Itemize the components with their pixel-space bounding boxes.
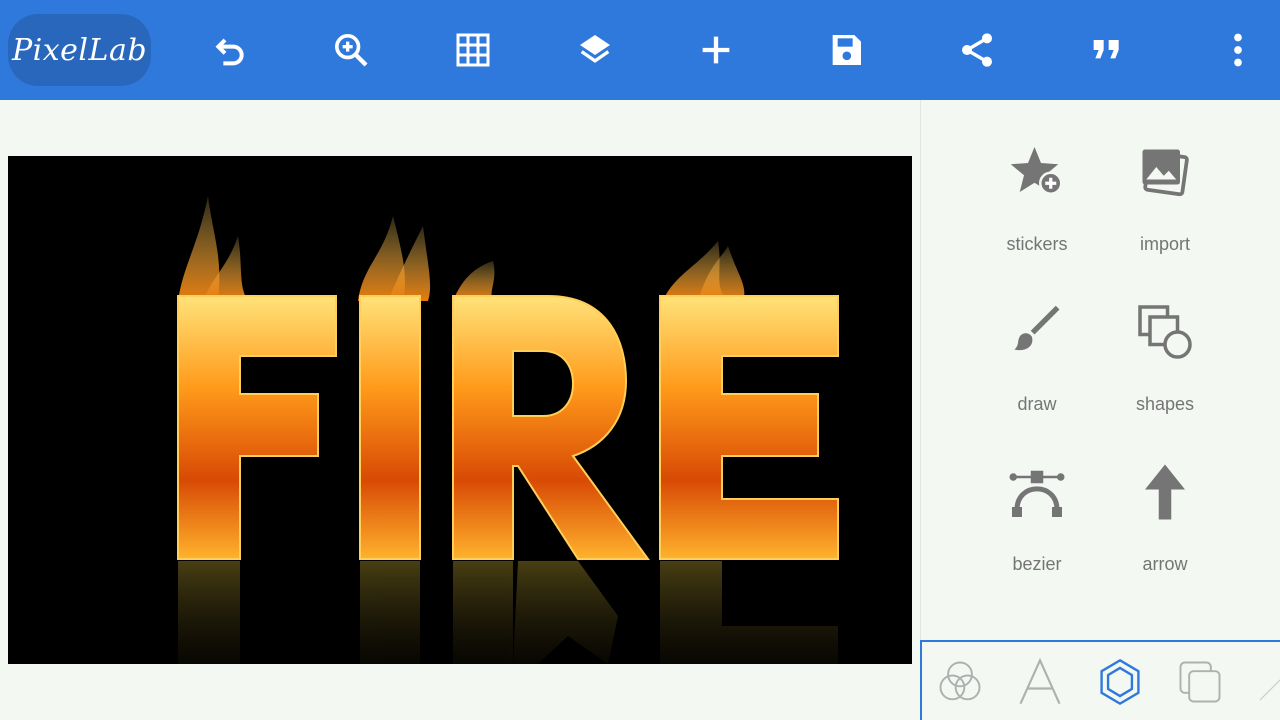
shapes-tab[interactable] [1090,652,1150,712]
grid-icon [456,33,490,67]
canvas-area[interactable] [0,100,920,720]
stickers-label: stickers [1006,234,1068,254]
zoom-button[interactable] [326,25,376,75]
effects-tab[interactable] [930,652,990,712]
more-vert-icon [1234,33,1242,67]
arrow-up-icon [1135,462,1195,522]
bezier-icon [1007,462,1067,522]
shapes-label: shapes [1135,394,1195,414]
design-canvas[interactable] [8,156,912,664]
bezier-label: bezier [1012,554,1062,574]
top-toolbar: PixelLab [0,0,1280,100]
fire-text-artwork[interactable] [8,156,912,664]
image-import-icon [1135,142,1195,202]
save-icon [832,35,861,65]
layers-tab[interactable] [1170,652,1230,712]
text-tab[interactable] [1010,652,1070,712]
undo-button[interactable] [205,25,255,75]
quote-button[interactable] [1082,25,1132,75]
add-button[interactable] [691,25,741,75]
hexagon-icon [1100,658,1140,706]
bottom-tab-bar [920,640,1280,720]
scroll-edge-indicator [1258,672,1280,702]
brush-icon [1007,302,1067,362]
share-icon [962,33,992,67]
layers-icon [580,35,610,63]
undo-icon [215,38,244,66]
stickers-tool[interactable]: stickers [977,112,1097,254]
arrow-label: arrow [1142,554,1188,574]
arrow-tool[interactable]: arrow [1105,432,1225,574]
import-tool[interactable]: import [1105,112,1225,254]
sticker-add-icon [1007,142,1067,202]
grid-button[interactable] [448,25,498,75]
zoom-in-icon [335,34,368,67]
save-button[interactable] [821,25,871,75]
copy-icon [1179,661,1221,703]
bezier-tool[interactable]: bezier [977,432,1097,574]
add-element-panel: stickers import draw shapes bezier arrow [920,100,1280,640]
shapes-tool[interactable]: shapes [1105,272,1225,414]
quote-icon [1093,40,1119,59]
pixellab-logo[interactable]: PixelLab [8,14,151,86]
layers-button[interactable] [570,25,620,75]
import-label: import [1139,234,1190,254]
share-button[interactable] [952,25,1002,75]
draw-tool[interactable]: draw [977,272,1097,414]
circles-icon [939,661,981,701]
add-icon [702,36,730,64]
more-options-button[interactable] [1213,25,1263,75]
draw-label: draw [1017,394,1057,414]
text-a-icon [1019,657,1061,705]
shapes-icon [1135,302,1195,362]
